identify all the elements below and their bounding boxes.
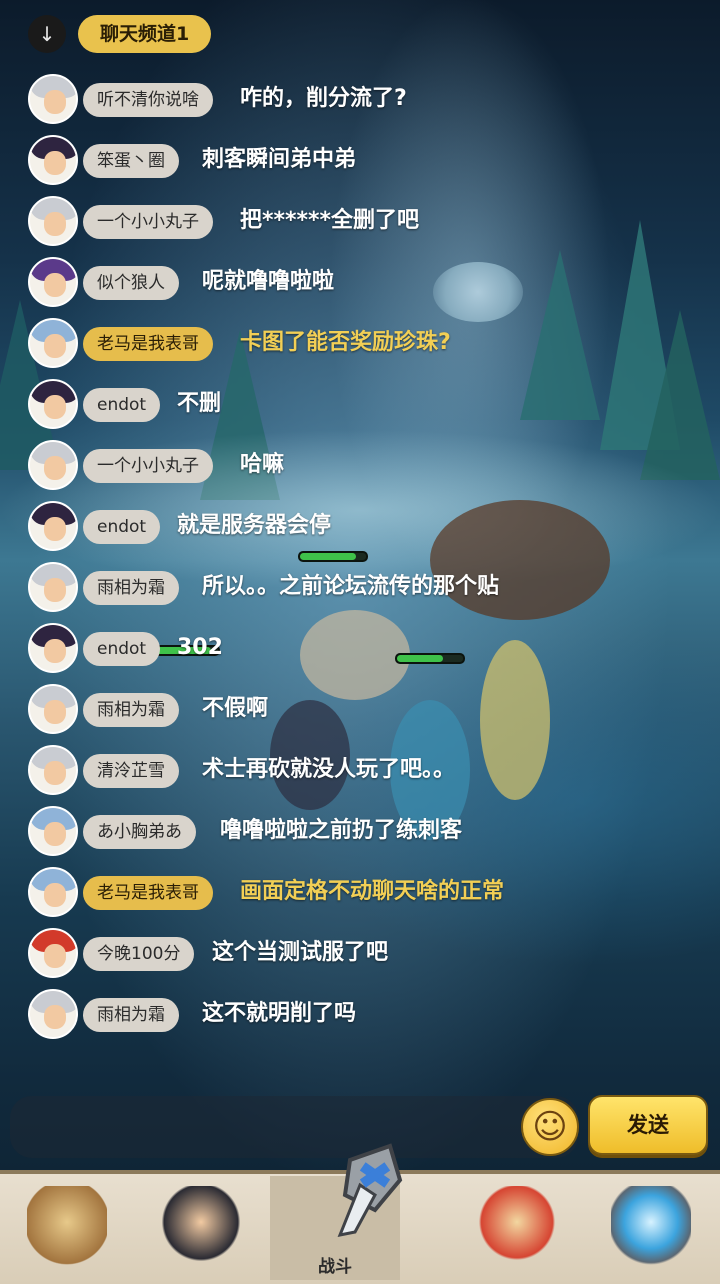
- message-text: 呢就噜噜啦啦: [202, 269, 335, 294]
- avatar[interactable]: [28, 989, 78, 1039]
- message-text: 哈嘛: [240, 452, 285, 477]
- nav-tab-warrior[interactable]: [136, 1176, 266, 1280]
- send-button[interactable]: 发送: [588, 1095, 708, 1155]
- chat-message: あ小胸弟あ 噜噜啦啦之前扔了练刺客: [28, 806, 718, 856]
- chat-message: 听不清你说啥 咋的，削分流了?: [28, 74, 718, 124]
- portal-shrine-icon: [611, 1186, 691, 1266]
- sender-name[interactable]: 一个小小丸子: [83, 449, 213, 483]
- health-bar: [298, 551, 368, 562]
- sender-name[interactable]: あ小胸弟あ: [83, 815, 196, 849]
- message-text: 术士再砍就没人玩了吧。。: [202, 757, 456, 782]
- chat-message: 雨相为霜 这不就明削了吗: [28, 989, 718, 1039]
- avatar[interactable]: [28, 623, 78, 673]
- chat-message: 清泠芷雪 术士再砍就没人玩了吧。。: [28, 745, 718, 795]
- message-text: 把******全删了吧: [240, 208, 420, 233]
- message-text: 刺客瞬间弟中弟: [202, 147, 357, 172]
- avatar[interactable]: [28, 74, 78, 124]
- sender-name-vip[interactable]: 老马是我表哥: [83, 876, 213, 910]
- message-text: 302: [177, 635, 223, 660]
- chat-message: 似个狼人 呢就噜噜啦啦: [28, 257, 718, 307]
- message-text: 噜噜啦啦之前扔了练刺客: [220, 818, 463, 843]
- sender-name[interactable]: endot: [83, 388, 161, 422]
- message-text: 卡图了能否奖励珍珠?: [240, 330, 451, 355]
- sender-name[interactable]: 似个狼人: [83, 266, 179, 300]
- avatar[interactable]: [28, 135, 78, 185]
- nav-tab-beast[interactable]: [2, 1176, 132, 1280]
- sender-name[interactable]: 听不清你说啥: [83, 83, 213, 117]
- channel-selector[interactable]: 聊天频道1: [78, 15, 212, 53]
- avatar[interactable]: [28, 928, 78, 978]
- sender-name[interactable]: 雨相为霜: [83, 693, 179, 727]
- chat-message: endot 不删: [28, 379, 718, 429]
- message-text: 这不就明削了吗: [202, 1001, 357, 1026]
- battle-sword-icon: [330, 1140, 410, 1240]
- message-text: 不假啊: [202, 696, 269, 721]
- message-text: 画面定格不动聊天啥的正常: [240, 879, 505, 904]
- chat-message: 老马是我表哥 画面定格不动聊天啥的正常: [28, 867, 718, 917]
- avatar[interactable]: [28, 379, 78, 429]
- message-text: 这个当测试服了吧: [212, 940, 389, 965]
- chat-message: endot 302: [28, 623, 718, 673]
- avatar[interactable]: [28, 257, 78, 307]
- chat-input[interactable]: [10, 1096, 578, 1158]
- avatar[interactable]: [28, 684, 78, 734]
- message-text: 不删: [177, 391, 222, 416]
- avatar[interactable]: [28, 501, 78, 551]
- warrior-hero-icon: [161, 1186, 241, 1266]
- chat-message: 雨相为霜 不假啊: [28, 684, 718, 734]
- avatar[interactable]: [28, 440, 78, 490]
- nav-tab-pet[interactable]: [452, 1176, 582, 1280]
- sender-name[interactable]: 今晚100分: [83, 937, 195, 971]
- avatar[interactable]: [28, 745, 78, 795]
- sender-name[interactable]: 笨蛋丶圈: [83, 144, 179, 178]
- chat-message: 老马是我表哥 卡图了能否奖励珍珠?: [28, 318, 718, 368]
- sender-name[interactable]: 一个小小丸子: [83, 205, 213, 239]
- chat-message: 雨相为霜 所以。。之前论坛流传的那个贴: [28, 562, 718, 612]
- chat-message: 一个小小丸子 哈嘛: [28, 440, 718, 490]
- sender-name[interactable]: 雨相为霜: [83, 571, 179, 605]
- message-text: 就是服务器会停: [177, 513, 332, 538]
- smiley-glyph: ☺: [532, 1107, 568, 1147]
- emoji-icon[interactable]: ☺: [521, 1098, 579, 1156]
- chat-message: 笨蛋丶圈 刺客瞬间弟中弟: [28, 135, 718, 185]
- sender-name[interactable]: endot: [83, 510, 161, 544]
- message-text: 所以。。之前论坛流传的那个贴: [202, 574, 500, 599]
- nav-tab-portal[interactable]: [586, 1176, 716, 1280]
- scroll-down-icon[interactable]: ↓: [28, 15, 66, 53]
- dragon-pet-icon: [477, 1186, 557, 1266]
- avatar[interactable]: [28, 806, 78, 856]
- sender-name[interactable]: 清泠芷雪: [83, 754, 179, 788]
- chat-header: ↓ 聊天频道1: [0, 0, 720, 66]
- avatar[interactable]: [28, 196, 78, 246]
- chat-message: 今晚100分 这个当测试服了吧: [28, 928, 718, 978]
- sender-name[interactable]: 雨相为霜: [83, 998, 179, 1032]
- avatar[interactable]: [28, 562, 78, 612]
- message-text: 咋的，削分流了?: [240, 86, 407, 111]
- sender-name-vip[interactable]: 老马是我表哥: [83, 327, 213, 361]
- chat-message: 一个小小丸子 把******全删了吧: [28, 196, 718, 246]
- avatar[interactable]: [28, 318, 78, 368]
- chat-message: endot 就是服务器会停: [28, 501, 718, 551]
- nav-label-battle: 战斗: [318, 1257, 352, 1277]
- avatar[interactable]: [28, 867, 78, 917]
- sender-name[interactable]: endot: [83, 632, 161, 666]
- beast-hero-icon: [27, 1186, 107, 1266]
